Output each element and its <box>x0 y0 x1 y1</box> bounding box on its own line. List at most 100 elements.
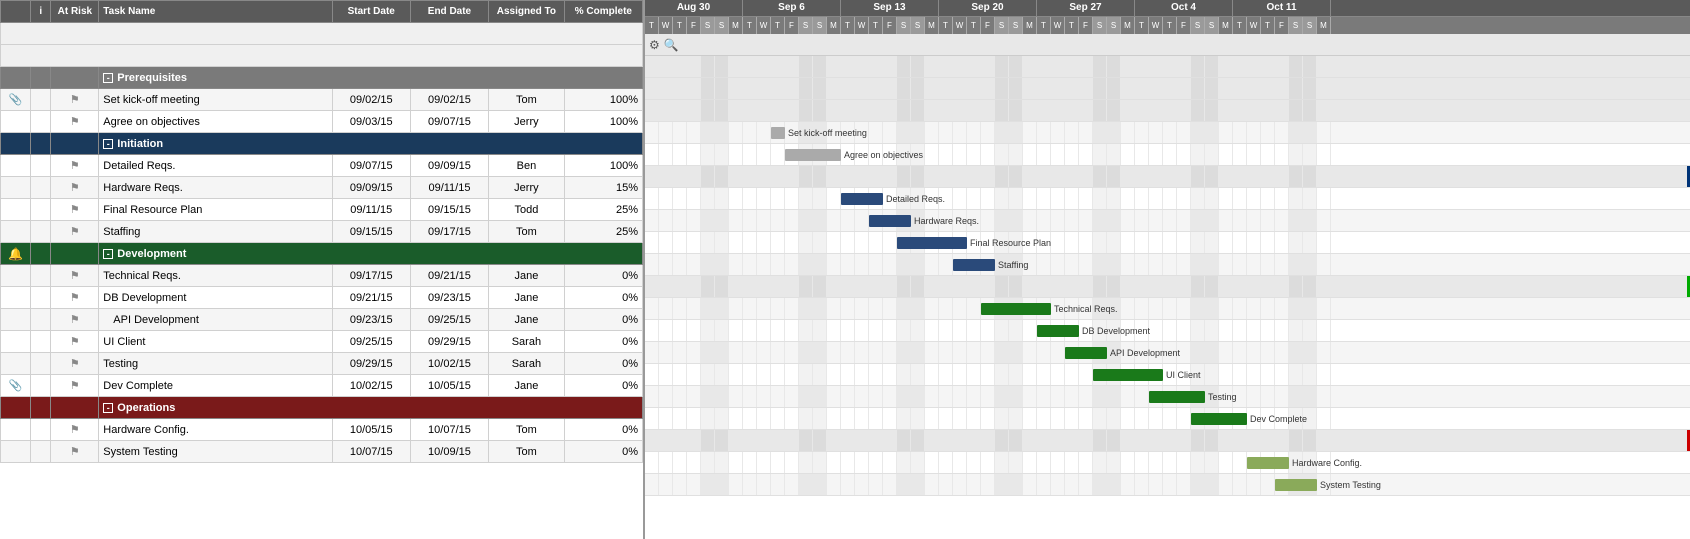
task-end-date: 10/09/15 <box>410 441 488 463</box>
gantt-grid-cell <box>1037 276 1051 297</box>
gantt-grid-cell <box>645 386 659 407</box>
gantt-grid-cell <box>1065 232 1079 253</box>
gantt-grid-cell <box>1051 78 1065 99</box>
task-icon1-cell <box>1 155 31 177</box>
gantt-grid-cell <box>883 100 897 121</box>
gantt-grid-cell <box>645 78 659 99</box>
flag-icon: ⚑ <box>70 358 80 370</box>
gantt-grid-cell <box>659 210 673 231</box>
col-header-pct-complete: % Complete <box>564 1 642 23</box>
gantt-grid-cell <box>1037 474 1051 495</box>
gantt-grid-cell <box>1247 254 1261 275</box>
gantt-grid-cell <box>855 232 869 253</box>
gantt-grid-cell <box>953 364 967 385</box>
gantt-grid-cell <box>827 320 841 341</box>
gantt-grid-cell <box>1317 474 1331 495</box>
gantt-grid-cell <box>771 188 785 209</box>
gantt-grid-cell <box>729 276 743 297</box>
gantt-grid-cell <box>1051 408 1065 429</box>
gantt-grid-cell <box>1303 276 1317 297</box>
gantt-grid-cell <box>729 100 743 121</box>
gantt-grid-cell <box>1023 144 1037 165</box>
gantt-grid-cell <box>1107 276 1121 297</box>
gantt-grid-cell <box>827 408 841 429</box>
gantt-grid-cell <box>1289 78 1303 99</box>
gantt-grid-cell <box>1191 298 1205 319</box>
gantt-grid-cell <box>1121 408 1135 429</box>
gantt-day-label: F <box>1275 17 1289 34</box>
gantt-grid-cell <box>1163 276 1177 297</box>
gantt-grid-cell <box>1177 364 1191 385</box>
gantt-grid-cell <box>995 408 1009 429</box>
gantt-grid-cell <box>841 408 855 429</box>
task-end-date: 09/21/15 <box>410 265 488 287</box>
gantt-grid-cell <box>813 320 827 341</box>
gantt-grid-cell <box>953 452 967 473</box>
gear-icon[interactable]: ⚙ <box>649 38 660 52</box>
gantt-grid-cell <box>883 452 897 473</box>
gantt-grid-cell <box>1303 474 1317 495</box>
gantt-grid-cell <box>1303 56 1317 77</box>
gantt-grid-cell <box>1191 78 1205 99</box>
gantt-grid-cell <box>953 342 967 363</box>
gantt-grid-cell <box>1289 254 1303 275</box>
gantt-grid-cell <box>659 122 673 143</box>
gantt-grid-cell <box>1023 298 1037 319</box>
gantt-grid-cell <box>1023 408 1037 429</box>
gantt-grid-cell <box>925 386 939 407</box>
task-row: ⚑ Testing 09/29/15 10/02/15 Sarah 0% <box>1 353 643 375</box>
collapse-icon[interactable]: - <box>103 73 113 83</box>
gantt-grid-cell <box>1009 232 1023 253</box>
gantt-grid-cell <box>1317 386 1331 407</box>
gantt-grid-cell <box>729 408 743 429</box>
collapse-icon[interactable]: - <box>103 249 113 259</box>
gantt-grid-cell <box>1163 144 1177 165</box>
gantt-grid-cell <box>995 364 1009 385</box>
gantt-grid-cell <box>1121 210 1135 231</box>
gantt-day-label: W <box>855 17 869 34</box>
gantt-grid-cell <box>1093 56 1107 77</box>
gantt-grid-cell <box>743 298 757 319</box>
gantt-grid-cell <box>1317 298 1331 319</box>
zoom-icon[interactable]: 🔍 <box>664 38 679 52</box>
gantt-grid-cell <box>1051 364 1065 385</box>
gantt-day-label: S <box>1093 17 1107 34</box>
task-assigned-to: Jane <box>489 287 565 309</box>
gantt-grid-cell <box>981 320 995 341</box>
section-icon1-cell <box>1 67 31 89</box>
gantt-grid-cell <box>1233 408 1247 429</box>
gantt-day-label: M <box>1219 17 1233 34</box>
gantt-grid-cell <box>1247 408 1261 429</box>
collapse-icon[interactable]: - <box>103 139 113 149</box>
gantt-grid-cell <box>1289 320 1303 341</box>
gantt-grid-cell <box>1219 276 1233 297</box>
gantt-grid-cell <box>1233 386 1247 407</box>
gantt-grid-cell <box>1135 232 1149 253</box>
gantt-grid-cell <box>827 100 841 121</box>
gantt-grid-cell <box>1009 254 1023 275</box>
gantt-grid-cell <box>967 166 981 187</box>
collapse-icon[interactable]: - <box>103 403 113 413</box>
gantt-grid-cell <box>799 430 813 451</box>
gantt-day-label: M <box>827 17 841 34</box>
gantt-grid-cell <box>967 408 981 429</box>
gantt-grid-row <box>645 78 1690 100</box>
gantt-grid-cell <box>673 276 687 297</box>
task-at-risk-cell: ⚑ <box>51 265 99 287</box>
gantt-grid-cell <box>1191 474 1205 495</box>
gantt-grid-cell <box>1219 386 1233 407</box>
gantt-grid-cell <box>1149 430 1163 451</box>
gantt-day-label: S <box>897 17 911 34</box>
gantt-grid-cell <box>785 386 799 407</box>
gantt-grid-cell <box>869 386 883 407</box>
gantt-grid-cell <box>1121 452 1135 473</box>
gantt-grid-cell <box>785 56 799 77</box>
gantt-grid-cell <box>869 408 883 429</box>
gantt-grid-cell <box>645 276 659 297</box>
gantt-grid-cell <box>1289 166 1303 187</box>
gantt-grid-cell <box>799 166 813 187</box>
gantt-grid-cell <box>869 276 883 297</box>
gantt-grid-row <box>645 430 1690 452</box>
gantt-day-label: M <box>925 17 939 34</box>
attachment-icon: 📎 <box>9 380 23 392</box>
